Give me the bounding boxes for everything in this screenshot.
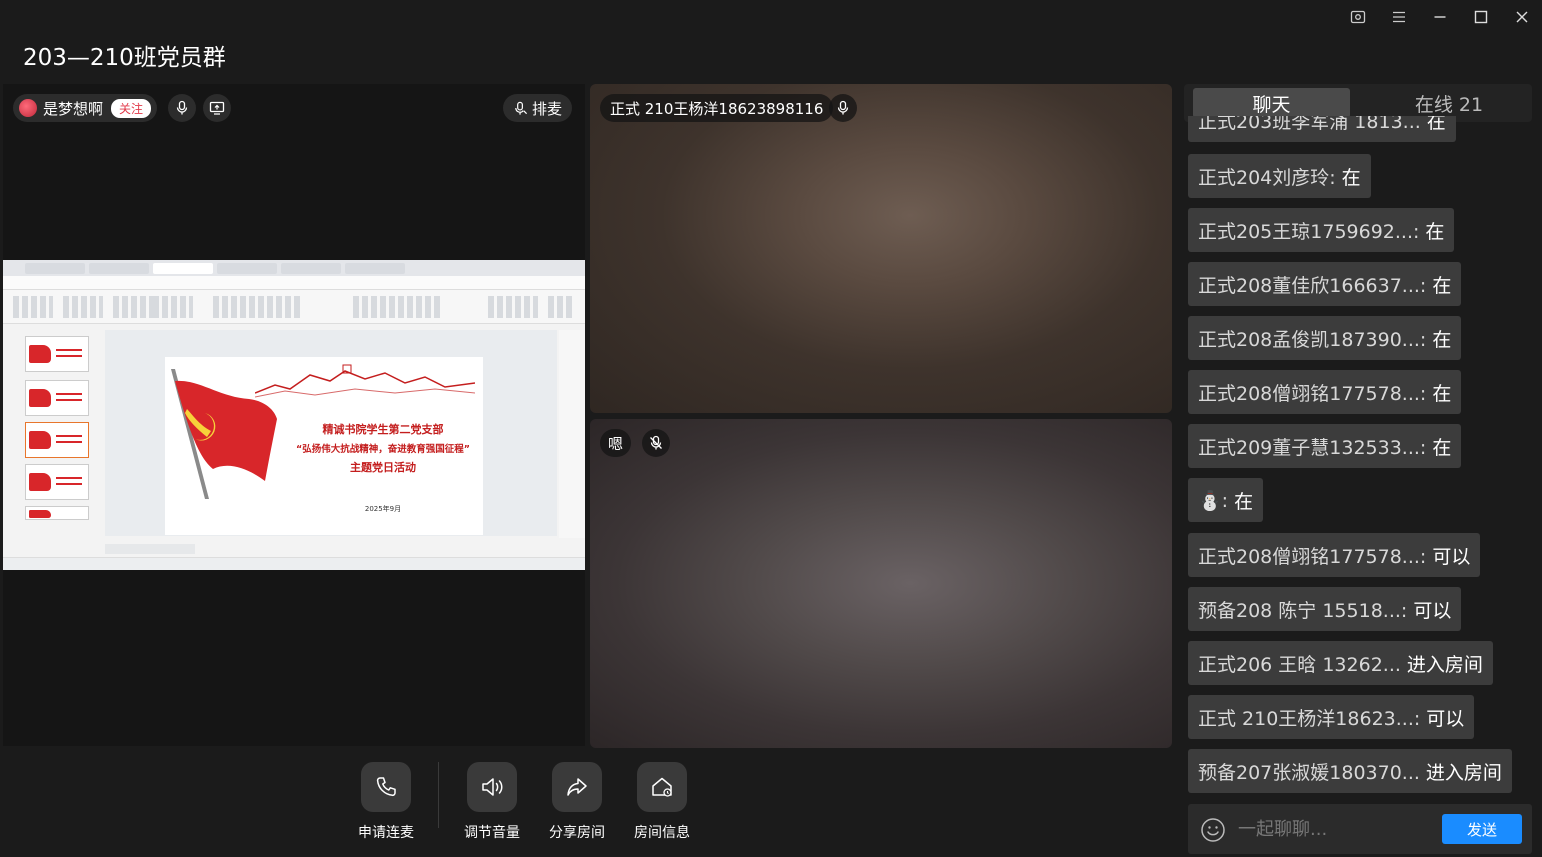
share-icon[interactable] [552, 762, 602, 812]
window-controls [1337, 0, 1542, 34]
participant-name-tag: 嗯 [600, 429, 632, 457]
chat-panel: 聊天 在线 21 正式203班李军涌 1813... 在 正式204刘彦玲: 在 正… [1176, 82, 1542, 857]
title-bar: 203—210班党员群 [0, 0, 1542, 80]
meeting-app: 203—210班党员群 是梦想啊 关注 排麦 精诚书院学生第二党支部 “弘扬伟大… [0, 0, 1542, 857]
send-button[interactable]: 发送 [1442, 814, 1522, 844]
screen-share-icon[interactable] [203, 94, 231, 122]
chat-message: 正式209董子慧132533...: 在 [1188, 424, 1462, 468]
chat-message-list[interactable]: 正式203班李军涌 1813... 在 正式204刘彦玲: 在 正式205王琼175… [1188, 116, 1532, 796]
shared-app-tabs [3, 260, 585, 276]
screen-record-icon[interactable] [1337, 0, 1378, 34]
chat-message: 预备208 陈宁 15518...: 可以 [1188, 587, 1462, 631]
menu-icon[interactable] [1378, 0, 1419, 34]
video-tile-1[interactable]: 正式 210王杨洋18623898116 [590, 84, 1172, 413]
current-slide: 精诚书院学生第二党支部 “弘扬伟大抗战精神，奋进教育强国征程” 主题党日活动 2… [165, 357, 483, 535]
shared-app-menu [3, 276, 585, 290]
host-pill: 是梦想啊 关注 [13, 94, 158, 122]
volume-button[interactable]: 调节音量 [464, 762, 520, 842]
slide-subtitle: “弘扬伟大抗战精神，奋进教育强国征程” [296, 444, 470, 455]
speaker-icon[interactable] [467, 762, 517, 812]
phone-icon[interactable] [361, 762, 411, 812]
chat-input[interactable] [1238, 814, 1438, 844]
control-bar: 申请连麦 调节音量 分享房间 房间信息 [0, 750, 1175, 857]
chat-message: ⛄: 在 [1188, 478, 1264, 522]
chat-message: 正式208僧翊铭177578...: 可以 [1188, 533, 1481, 577]
room-title: 203—210班党员群 [23, 45, 226, 71]
shared-app-statusbar [3, 557, 585, 570]
mic-queue-icon [515, 101, 528, 115]
chat-message: 正式 210王杨洋18623...: 可以 [1188, 695, 1475, 739]
control-divider [438, 762, 439, 828]
shared-app-sidebar [559, 330, 585, 538]
chat-message: 正式208孟俊凯187390...: 在 [1188, 316, 1462, 360]
chat-message: 正式208僧翊铭177578...: 在 [1188, 370, 1462, 414]
follow-button[interactable]: 关注 [111, 98, 152, 118]
mic-icon [829, 94, 857, 122]
request-mic-button[interactable]: 申请连麦 [358, 762, 414, 842]
emoji-icon[interactable] [1200, 817, 1226, 843]
chat-input-bar: 发送 [1188, 804, 1532, 854]
chat-message: 预备207张淑媛180370... 进入房间 [1188, 749, 1512, 793]
screen-share-tile[interactable]: 是梦想啊 关注 排麦 精诚书院学生第二党支部 “弘扬伟大抗战精神，奋进教育强国征… [3, 84, 585, 746]
shared-screen: 精诚书院学生第二党支部 “弘扬伟大抗战精神，奋进教育强国征程” 主题党日活动 2… [3, 260, 585, 570]
close-icon[interactable] [1501, 0, 1542, 34]
mic-icon[interactable] [168, 94, 196, 122]
participant-name: 正式 210王杨洋18623898116 [610, 99, 824, 118]
chat-message: 正式208董佳欣166637...: 在 [1188, 262, 1462, 306]
chat-message: 正式203班李军涌 1813... 在 [1188, 116, 1456, 142]
slide-thumbnails [13, 330, 101, 538]
queue-label: 排麦 [532, 99, 563, 118]
shared-app-notes [105, 544, 195, 554]
control-label: 房间信息 [634, 825, 690, 841]
slide-topic: 主题党日活动 [350, 461, 416, 474]
avatar[interactable] [19, 99, 37, 117]
room-info-button[interactable]: 房间信息 [634, 762, 690, 842]
great-wall-illustration [255, 364, 475, 398]
maximize-icon[interactable] [1460, 0, 1501, 34]
party-flag-illustration [171, 369, 277, 499]
share-room-button[interactable]: 分享房间 [549, 762, 605, 842]
minimize-icon[interactable] [1419, 0, 1460, 34]
participant-name-tag: 正式 210王杨洋18623898116 [600, 94, 834, 122]
mic-muted-icon [642, 429, 670, 457]
control-label: 申请连麦 [358, 825, 414, 841]
queue-mic-button[interactable]: 排麦 [503, 94, 573, 122]
slide-date: 2025年9月 [364, 505, 402, 513]
slide-title: 精诚书院学生第二党支部 [322, 423, 444, 436]
snowman-icon: ⛄: [1198, 489, 1229, 512]
chat-message: 正式205王琼1759692...: 在 [1188, 208, 1455, 252]
chat-message: 正式206 王晗 13262... 进入房间 [1188, 641, 1493, 685]
shared-app-ribbon [3, 290, 585, 324]
participant-name: 嗯 [608, 434, 624, 453]
control-label: 分享房间 [549, 825, 605, 841]
slide-canvas: 精诚书院学生第二党支部 “弘扬伟大抗战精神，奋进教育强国征程” 主题党日活动 2… [105, 330, 557, 536]
tab-online[interactable]: 在线 21 [1374, 88, 1524, 118]
tab-chat[interactable]: 聊天 [1193, 88, 1350, 118]
control-label: 调节音量 [464, 825, 520, 841]
video-tile-2[interactable]: 嗯 [590, 419, 1172, 748]
host-name: 是梦想啊 [43, 99, 104, 118]
chat-message: 正式204刘彦玲: 在 [1188, 154, 1371, 198]
home-info-icon[interactable] [637, 762, 687, 812]
